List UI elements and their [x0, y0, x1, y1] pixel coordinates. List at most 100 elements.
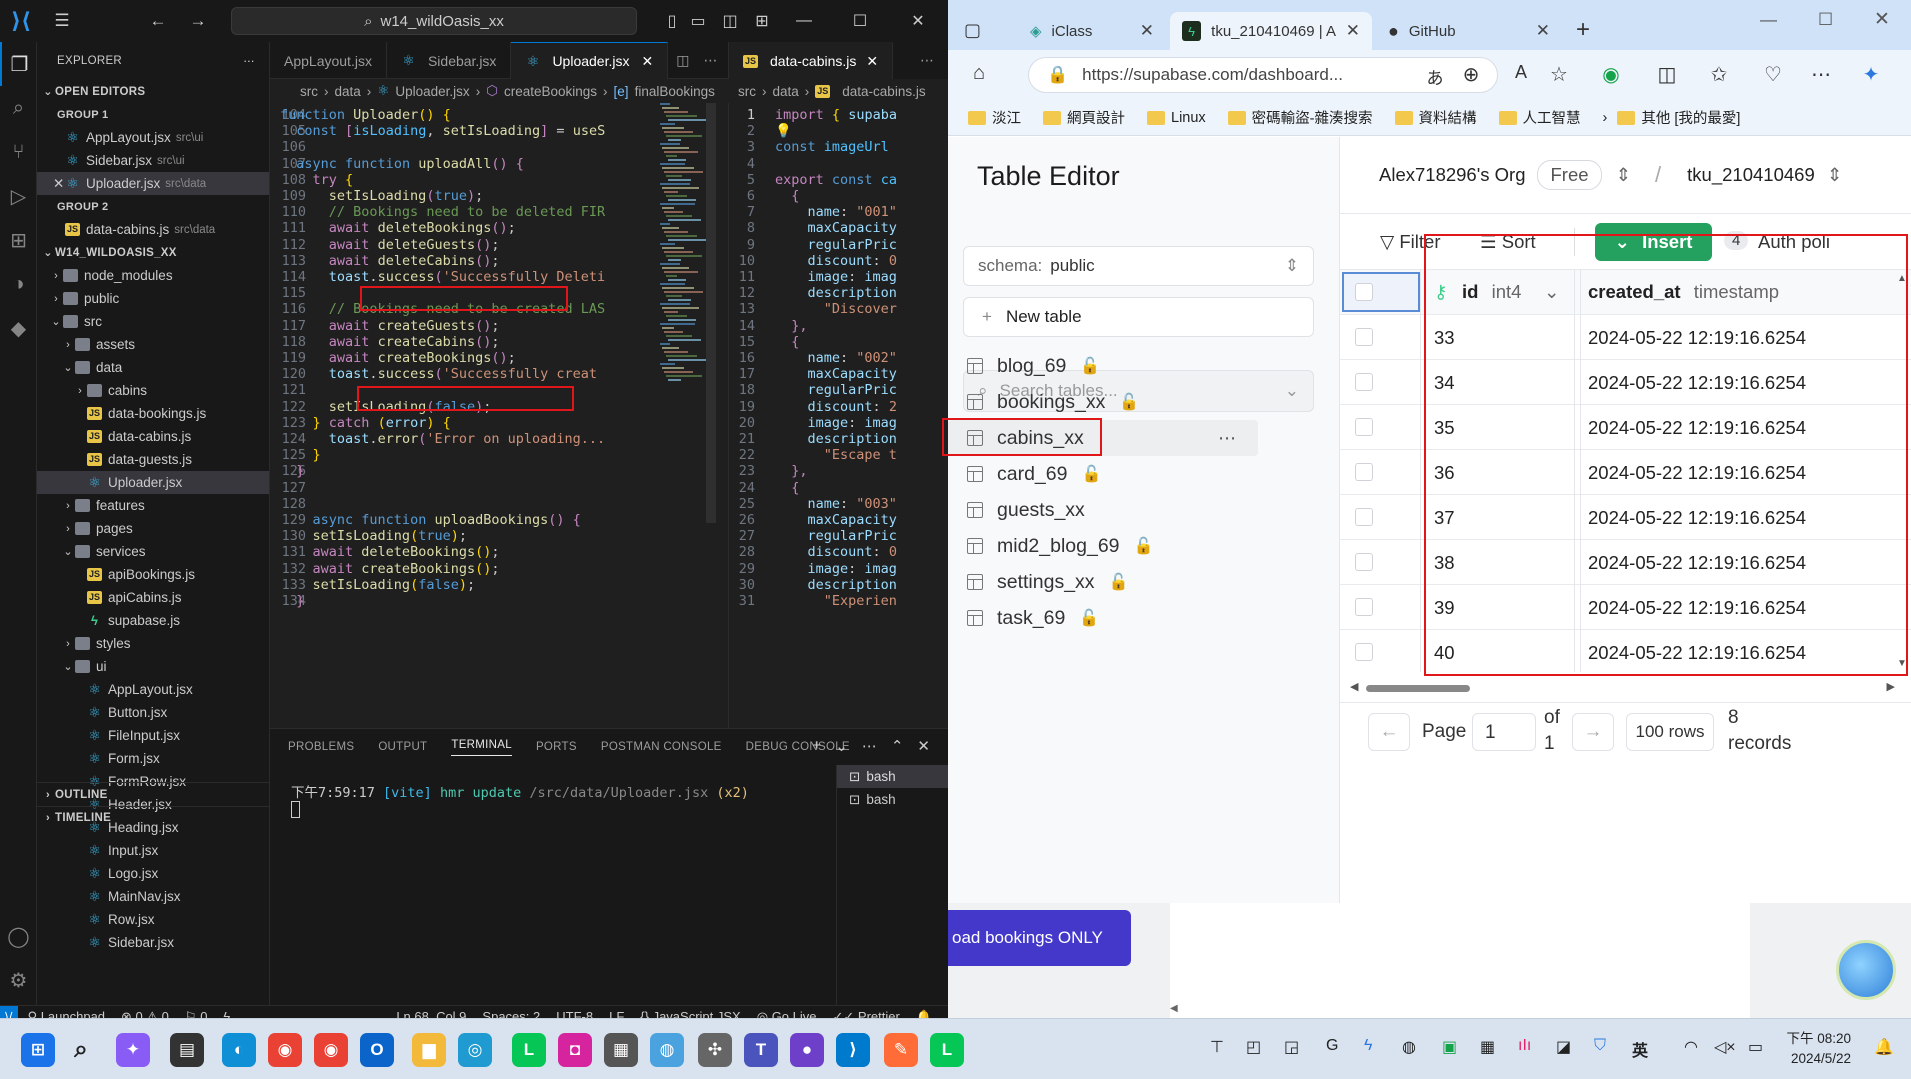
more-actions-icon[interactable]: ⋯ [243, 54, 255, 68]
github-desktop-icon[interactable]: ● [790, 1033, 824, 1067]
minimap[interactable] [656, 103, 716, 723]
toggle-panel-icon[interactable]: ▭ [680, 0, 716, 42]
zoom-icon[interactable]: ⊕ [1458, 62, 1484, 87]
new-tab-icon[interactable]: + [1576, 16, 1590, 44]
bookmark-folder[interactable]: 資料結構 [1394, 107, 1477, 128]
table-list-item[interactable]: mid2_blog_69 🔓 [948, 528, 1340, 564]
bot-app-icon[interactable]: ◎ [458, 1033, 492, 1067]
extensions-icon[interactable]: ⊞ [0, 218, 37, 262]
project-root[interactable]: ⌄ W14_WILDOASIS_XX [37, 241, 269, 264]
bookmark-folder[interactable]: 密碼輸盜-雜湊搜索 [1227, 107, 1373, 128]
table-list-item[interactable]: card_69 🔓 [948, 456, 1340, 492]
file-tree-item[interactable]: › cabins [37, 379, 269, 402]
open-editors-section[interactable]: ⌄ OPEN EDITORS [37, 80, 269, 103]
network-app-icon[interactable]: ✣ [698, 1033, 732, 1067]
select-all-cell[interactable] [1342, 272, 1420, 312]
browser-essentials-icon[interactable]: ♡ [1760, 62, 1786, 87]
nvidia-icon[interactable]: ◪ [1556, 1037, 1571, 1057]
minimize-icon[interactable]: — [780, 0, 828, 42]
minimize-icon[interactable]: — [1760, 10, 1777, 30]
close-tab-icon[interactable]: ✕ [1140, 21, 1154, 41]
row-checkbox[interactable] [1355, 328, 1373, 346]
tab-applayout[interactable]: AppLayout.jsx [270, 42, 387, 79]
panel-tab-problems[interactable]: PROBLEMS [288, 741, 354, 753]
file-tree-item[interactable]: ⚛ AppLayout.jsx [37, 678, 269, 701]
breadcrumb-item[interactable]: Uploader.jsx [395, 84, 469, 99]
terminal-output[interactable]: 下午7:59:17 [vite] hmr update /src/data/Up… [291, 781, 749, 801]
ime-indicator[interactable]: 英 [1632, 1037, 1648, 1061]
windows-start-icon[interactable]: ⊞ [21, 1033, 55, 1067]
tab-sidebar[interactable]: ⚛ Sidebar.jsx [387, 42, 512, 79]
breadcrumb-item[interactable]: data [335, 84, 361, 99]
menu-icon[interactable]: ☰ [42, 11, 82, 31]
task-view-icon[interactable]: ▤ [170, 1033, 204, 1067]
breadcrumb-item[interactable]: createBookings [504, 84, 597, 99]
grammarly-tray-icon[interactable]: G [1326, 1037, 1338, 1055]
breadcrumb-item[interactable]: src [300, 84, 318, 99]
close-tab-icon[interactable]: ✕ [1346, 21, 1360, 41]
more-actions-icon[interactable]: ⋯ [862, 737, 877, 755]
outlook-tray-icon[interactable]: ◰ [1246, 1037, 1261, 1057]
timeline-section[interactable]: › TIMELINE [37, 806, 270, 829]
panel-tab-ports[interactable]: PORTS [536, 741, 577, 753]
maximize-panel-icon[interactable]: ⌃ [891, 737, 904, 755]
file-tree-item[interactable]: ⚛ Row.jsx [37, 908, 269, 931]
file-tree-item[interactable]: › pages [37, 517, 269, 540]
row-checkbox[interactable] [1355, 463, 1373, 481]
chrome-profile-icon[interactable]: ◉ [314, 1033, 348, 1067]
select-all-checkbox[interactable] [1355, 283, 1373, 301]
breadcrumb-item[interactable]: src [738, 84, 756, 99]
code-editor[interactable]: 104 function Uploader() {105 const [isLoa… [270, 103, 710, 728]
search-icon[interactable]: ⌕ [0, 86, 37, 130]
row-checkbox[interactable] [1355, 643, 1373, 661]
page-scrollbar[interactable]: ◀ [1170, 1003, 1750, 1017]
more-actions-icon[interactable]: ⋯ [906, 42, 948, 79]
file-tree-item[interactable]: ⚛ Input.jsx [37, 839, 269, 862]
file-tree-item[interactable]: › assets [37, 333, 269, 356]
bookmark-folder-other[interactable]: 其他 [我的最愛] [1617, 107, 1740, 128]
beach-widget-icon[interactable] [1836, 940, 1896, 1000]
new-table-button[interactable]: + New table [963, 297, 1314, 337]
file-tree-item[interactable]: ⚛ Button.jsx [37, 701, 269, 724]
panel-tab-terminal[interactable]: TERMINAL [451, 739, 512, 756]
explorer-icon[interactable]: ❐ [0, 42, 37, 86]
command-center-search[interactable]: ⌕ w14_wildOasis_xx [231, 7, 637, 35]
file-tree-item[interactable]: JS data-guests.js [37, 448, 269, 471]
rows-per-page-select[interactable]: 100 rows [1626, 713, 1714, 751]
open-editor-item[interactable]: JS data-cabins.js src\data [37, 218, 269, 241]
file-tree-item[interactable]: › public [37, 287, 269, 310]
file-tree-item[interactable]: ⚛ Uploader.jsx [37, 471, 269, 494]
read-aloud-icon[interactable]: A [1508, 62, 1534, 83]
split-editor-icon[interactable]: ◫ [668, 42, 697, 79]
postman-icon[interactable]: ✎ [884, 1033, 918, 1067]
layout-icon[interactable]: ⊞ [744, 0, 780, 42]
search-icon[interactable]: ⌕ [64, 1033, 98, 1067]
bookmark-folder[interactable]: Linux [1147, 110, 1206, 126]
terminal-tab[interactable]: ⊡ bash [837, 765, 948, 788]
org-name[interactable]: Alex718296's Org [1379, 164, 1525, 186]
outline-section[interactable]: › OUTLINE [37, 783, 270, 806]
line-icon[interactable]: L [930, 1033, 964, 1067]
chevron-right-icon[interactable]: › [1603, 110, 1608, 126]
upload-bookings-button[interactable]: oad bookings ONLY [948, 910, 1131, 966]
browser-tab-supabase[interactable]: ϟ tku_210410469 | Al ✕ [1170, 12, 1372, 50]
copilot-icon[interactable]: ✦ [1858, 62, 1884, 87]
chrome-icon[interactable]: ◉ [268, 1033, 302, 1067]
close-icon[interactable]: ✕ [53, 176, 64, 192]
next-page-button[interactable]: → [1572, 713, 1614, 751]
teams-icon[interactable]: ⊤ [1210, 1037, 1224, 1057]
file-tree-item[interactable]: › node_modules [37, 264, 269, 287]
file-tree-item[interactable]: JS data-cabins.js [37, 425, 269, 448]
file-tree-item[interactable]: › styles [37, 632, 269, 655]
settings-more-icon[interactable]: ⋯ [1808, 62, 1834, 87]
bookmark-folder[interactable]: 人工智慧 [1498, 107, 1581, 128]
taskbar-clock[interactable]: 下午 08:20 2024/5/22 [1786, 1029, 1851, 1069]
panel-tab-postman-console[interactable]: POSTMAN CONSOLE [601, 741, 722, 753]
tab-actions-icon[interactable]: ▢ [964, 20, 981, 41]
battery-icon[interactable]: ▭ [1748, 1037, 1763, 1057]
file-tree-item[interactable]: ⚛ FileInput.jsx [37, 724, 269, 747]
file-tree-item[interactable]: ⚛ Logo.jsx [37, 862, 269, 885]
security-shield-icon[interactable]: ⛉ [1594, 1037, 1606, 1055]
calculator-icon[interactable]: ▦ [604, 1033, 638, 1067]
code-editor-2[interactable]: 1 import { supaba 2 💡 3 const imageUrl 4 5 expor… [728, 103, 928, 728]
